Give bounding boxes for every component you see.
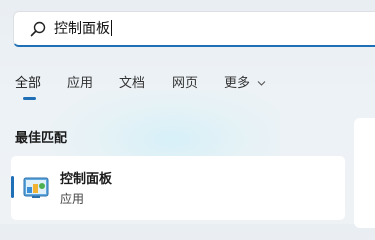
filter-tabs: 全部 应用 文档 网页 更多 (0, 74, 375, 98)
active-tab-indicator (23, 97, 36, 100)
best-match-result[interactable] (11, 156, 345, 220)
tab-apps[interactable]: 应用 (67, 74, 93, 94)
search-input[interactable]: 控制面板 (54, 19, 112, 39)
tab-documents[interactable]: 文档 (119, 74, 145, 94)
tab-more[interactable]: 更多 (224, 74, 250, 94)
search-icon (30, 21, 46, 37)
best-match-heading: 最佳匹配 (15, 131, 68, 146)
control-panel-icon (23, 177, 49, 198)
selection-indicator (11, 176, 14, 198)
result-title: 控制面板 (60, 172, 113, 187)
tab-web[interactable]: 网页 (172, 74, 198, 94)
result-type: 应用 (60, 192, 85, 206)
search-query: 控制面板 (54, 21, 110, 37)
search-box[interactable]: 控制面板 (13, 11, 375, 47)
chevron-down-icon[interactable] (257, 80, 266, 87)
text-caret (111, 20, 112, 36)
tab-all[interactable]: 全部 (15, 74, 41, 94)
details-panel (354, 118, 375, 228)
